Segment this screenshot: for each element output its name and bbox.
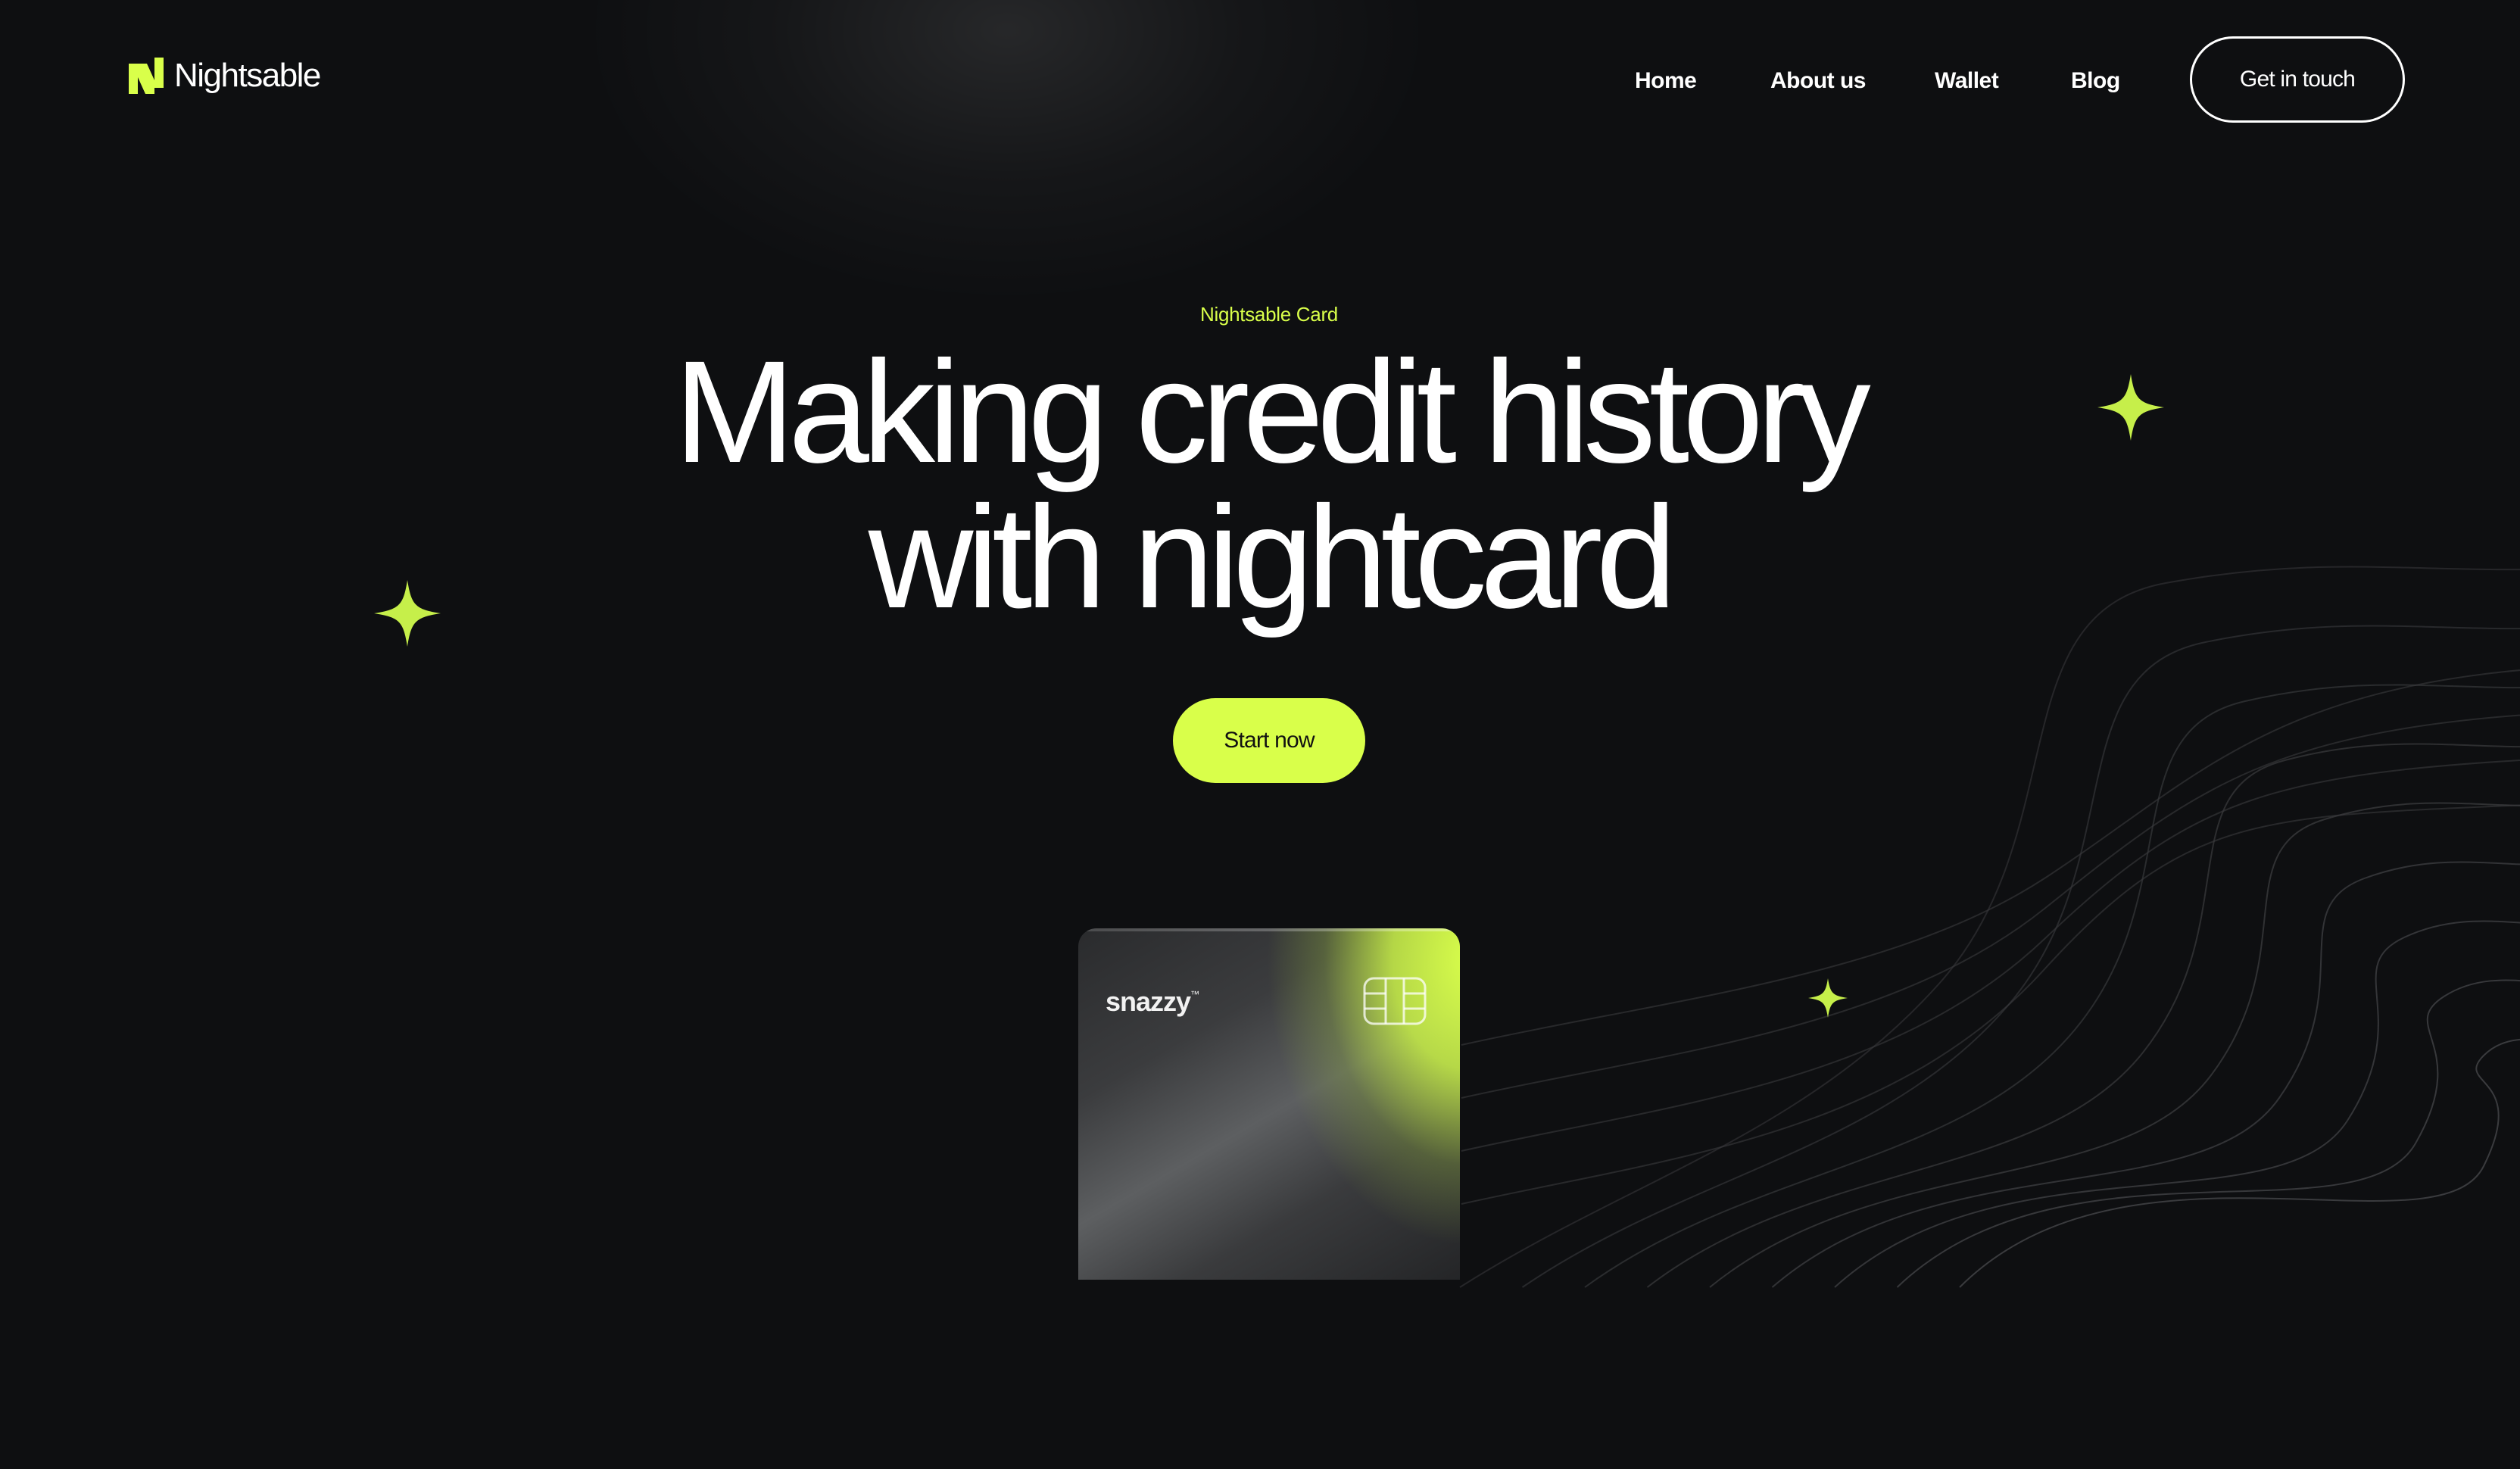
wave-line <box>1461 804 2520 1205</box>
chip-icon <box>1363 977 1427 1025</box>
logo-text: Nightsable <box>174 57 321 94</box>
nav-link-wallet[interactable]: Wallet <box>1935 64 1999 98</box>
n-logo-icon <box>129 58 164 94</box>
hero-eyebrow: Nightsable Card <box>1200 303 1338 326</box>
sparkle-icon <box>2097 374 2164 441</box>
start-now-button[interactable]: Start now <box>1173 698 1365 783</box>
wave-line <box>1834 920 2520 1288</box>
nav-link-home[interactable]: Home <box>1635 64 1697 98</box>
wave-line <box>1461 759 2520 1152</box>
wave-line <box>1461 669 2520 1046</box>
sparkle-icon <box>374 580 441 647</box>
wave-line <box>1771 861 2520 1288</box>
card-trademark: ™ <box>1190 989 1199 1000</box>
card-brand-text: snazzy <box>1106 986 1191 1017</box>
wave-line <box>1646 743 2520 1288</box>
card-brand: snazzy™ <box>1106 986 1199 1018</box>
get-in-touch-button[interactable]: Get in touch <box>2190 36 2405 123</box>
credit-card: snazzy™ <box>1078 928 1460 1280</box>
sparkle-icon <box>1808 978 1848 1018</box>
landing-page: Nightsable Home About us Wallet Blog Get… <box>0 0 2520 1469</box>
wave-line <box>1896 979 2520 1288</box>
wave-line <box>1709 802 2520 1288</box>
wave-line <box>1584 684 2520 1288</box>
logo[interactable]: Nightsable <box>129 56 321 95</box>
nav-link-about-us[interactable]: About us <box>1770 64 1866 98</box>
nav-link-blog[interactable]: Blog <box>2071 64 2120 98</box>
